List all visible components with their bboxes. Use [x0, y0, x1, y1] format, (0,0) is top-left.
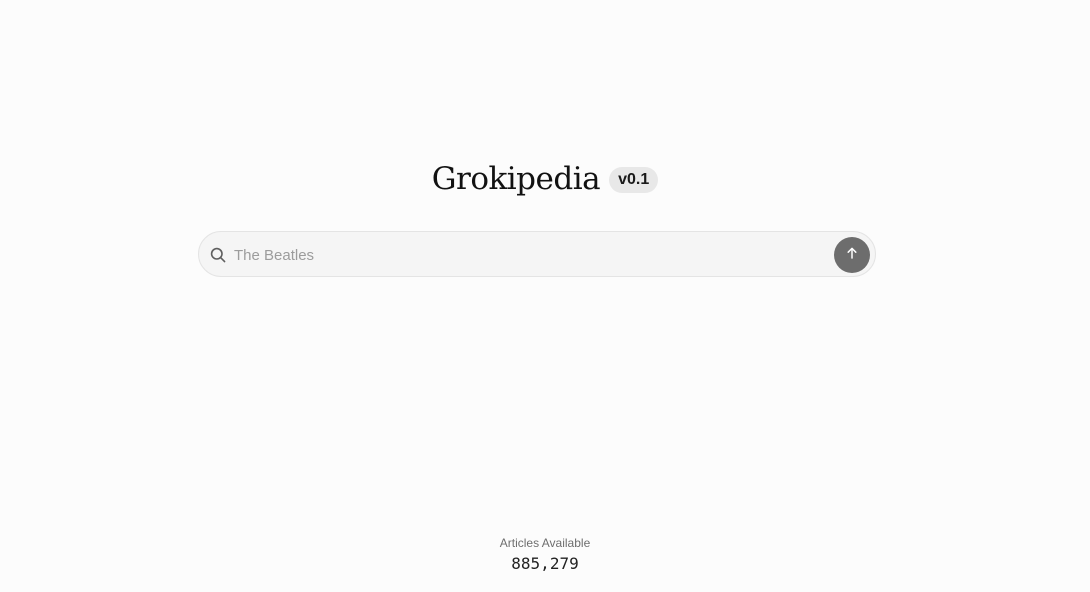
submit-search-button[interactable] — [834, 237, 870, 273]
version-badge: v0.1 — [609, 167, 659, 193]
search-icon — [210, 247, 226, 263]
title-row: Grokipedia v0.1 — [0, 156, 1090, 202]
search-bar[interactable] — [198, 231, 876, 277]
search-input[interactable] — [234, 243, 824, 267]
articles-available-label: Articles Available — [499, 536, 591, 550]
arrow-up-icon — [845, 246, 859, 265]
articles-count: 885,279 — [511, 554, 579, 573]
page-title: Grokipedia — [431, 161, 601, 197]
